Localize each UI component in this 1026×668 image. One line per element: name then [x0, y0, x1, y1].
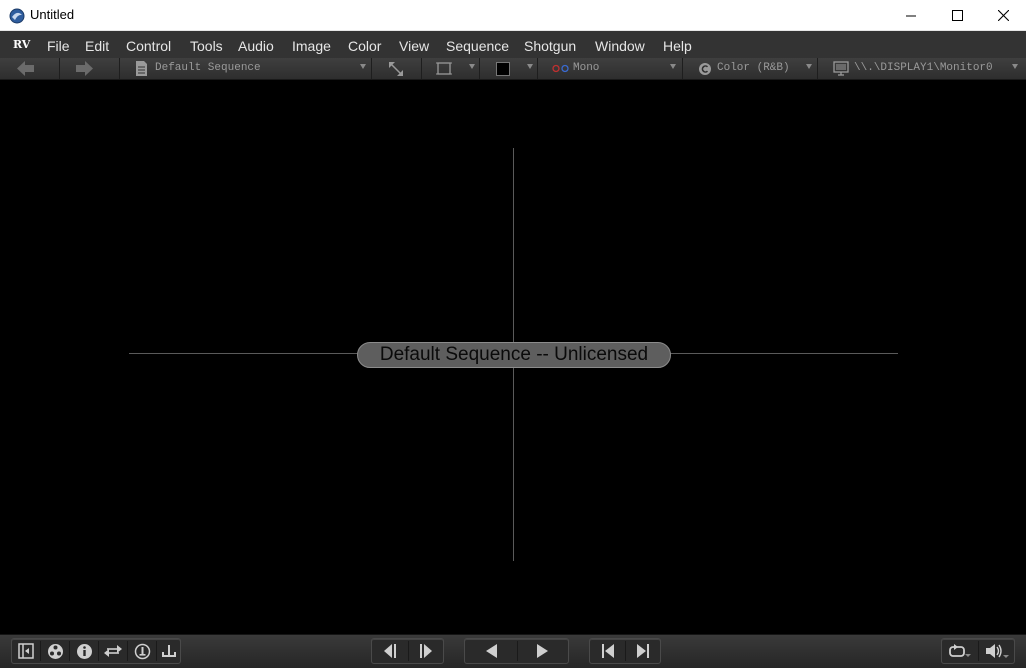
- rv-logo: RV: [13, 38, 31, 51]
- session-manager-icon: [18, 643, 34, 659]
- frame-icon: [436, 62, 452, 75]
- menu-window[interactable]: Window: [595, 38, 645, 54]
- color-c-icon: [699, 63, 711, 75]
- play-backward-icon: [486, 644, 497, 658]
- menu-image[interactable]: Image: [292, 38, 331, 54]
- forward-button[interactable]: [60, 58, 120, 79]
- expand-arrows-icon: [389, 62, 403, 76]
- maximize-button[interactable]: [934, 0, 980, 31]
- maximize-icon: [951, 10, 963, 21]
- swap-button[interactable]: [99, 639, 127, 663]
- menu-color[interactable]: Color: [348, 38, 381, 54]
- step-back-icon: [384, 644, 396, 658]
- rv-app-icon: [9, 8, 25, 24]
- jump-group: [589, 638, 661, 664]
- menu-tools[interactable]: Tools: [190, 38, 223, 54]
- sequence-overlay-label: Default Sequence -- Unlicensed: [357, 342, 671, 368]
- minimize-button[interactable]: [888, 0, 934, 31]
- arrow-left-icon: [17, 61, 34, 76]
- chevron-down-icon: [527, 64, 533, 69]
- close-icon: [997, 10, 1009, 21]
- menu-edit[interactable]: Edit: [85, 38, 109, 54]
- source-select[interactable]: Default Sequence: [120, 58, 372, 79]
- back-button[interactable]: [0, 58, 60, 79]
- volume-icon: [985, 644, 1009, 658]
- loop-button[interactable]: [942, 639, 978, 663]
- black-swatch-icon: [496, 62, 510, 76]
- menubar: RV File Edit Control Tools Audio Image C…: [0, 31, 1026, 58]
- volume-button[interactable]: [979, 639, 1014, 663]
- fit-view-button[interactable]: [372, 58, 422, 79]
- session-manager-button[interactable]: [12, 639, 40, 663]
- menu-control[interactable]: Control: [126, 38, 171, 54]
- jump-end-icon: [637, 644, 649, 658]
- step-forward-icon: [420, 644, 432, 658]
- menu-shotgun[interactable]: Shotgun: [524, 38, 576, 54]
- menu-audio[interactable]: Audio: [238, 38, 274, 54]
- bottom-toolbar: [0, 634, 1026, 668]
- document-icon: [136, 61, 147, 76]
- chevron-down-icon: [1012, 64, 1018, 69]
- menu-sequence[interactable]: Sequence: [446, 38, 509, 54]
- jump-start-icon: [601, 644, 614, 658]
- info-icon: [76, 643, 92, 659]
- arrow-right-icon: [76, 61, 93, 76]
- left-tool-group: [11, 638, 181, 664]
- menu-view[interactable]: View: [399, 38, 429, 54]
- step-back-button[interactable]: [372, 639, 408, 663]
- right-tool-group: [941, 638, 1015, 664]
- menu-help[interactable]: Help: [663, 38, 692, 54]
- step-forward-button[interactable]: [409, 639, 443, 663]
- chevron-down-icon: [360, 64, 366, 69]
- display-label: \\.\DISPLAY1\Monitor0: [854, 62, 993, 74]
- jump-start-button[interactable]: [590, 639, 625, 663]
- timecode-button[interactable]: [128, 639, 156, 663]
- info-button[interactable]: [70, 639, 98, 663]
- minimize-icon: [906, 15, 916, 16]
- display-select[interactable]: \\.\DISPLAY1\Monitor0: [818, 58, 1026, 79]
- color-label: Color (R&B): [717, 62, 790, 74]
- marker-icon: [162, 645, 176, 657]
- toolbar: Default Sequence Mono Color (R&B) \\.\DI…: [0, 58, 1026, 80]
- chevron-down-icon: [670, 64, 676, 69]
- menu-file[interactable]: File: [47, 38, 70, 54]
- jump-end-button[interactable]: [626, 639, 660, 663]
- swap-icon: [104, 645, 122, 657]
- step-group: [371, 638, 444, 664]
- stereo-glasses-icon: [552, 64, 569, 73]
- marker-button[interactable]: [157, 639, 181, 663]
- stereo-select[interactable]: Mono: [538, 58, 683, 79]
- play-forward-button[interactable]: [518, 639, 568, 663]
- play-forward-icon: [537, 644, 548, 658]
- frame-select[interactable]: [422, 58, 480, 79]
- play-group: [464, 638, 569, 664]
- play-backward-button[interactable]: [465, 639, 517, 663]
- chevron-down-icon: [469, 64, 475, 69]
- color-select[interactable]: Color (R&B): [683, 58, 818, 79]
- window-titlebar: Untitled: [0, 0, 1026, 31]
- color-wheel-icon: [47, 643, 63, 659]
- close-button[interactable]: [980, 0, 1026, 31]
- window-title: Untitled: [30, 7, 75, 22]
- source-label: Default Sequence: [155, 62, 261, 74]
- monitor-icon: [833, 61, 849, 76]
- image-viewport[interactable]: Default Sequence -- Unlicensed: [0, 80, 1026, 634]
- color-wheel-button[interactable]: [41, 639, 69, 663]
- background-select[interactable]: [480, 58, 538, 79]
- timecode-icon: [134, 643, 150, 659]
- loop-icon: [949, 644, 971, 657]
- stereo-label: Mono: [573, 62, 600, 74]
- chevron-down-icon: [806, 64, 812, 69]
